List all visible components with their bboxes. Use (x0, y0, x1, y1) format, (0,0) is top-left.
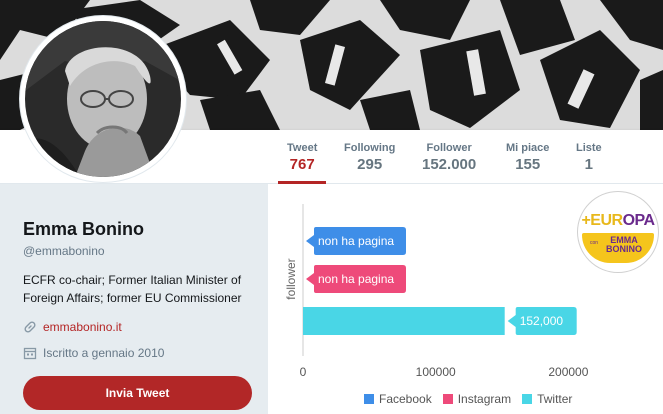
bar-label-facebook: non ha pagina (318, 234, 394, 248)
bar-value-label-twitter: 152,000 (520, 314, 564, 328)
x-tick-label: 0 (300, 365, 307, 379)
legend-swatch (522, 394, 533, 404)
legend-label: Instagram (457, 392, 512, 406)
legend-item-twitter[interactable]: Twitter (522, 392, 572, 406)
bar-label-instagram: non ha pagina (318, 272, 394, 286)
joined-text: Iscritto a gennaio 2010 (43, 346, 165, 360)
bio-line: ECFR co-chair; Former Italian Minister o… (23, 273, 242, 287)
legend-label: Facebook (379, 392, 432, 406)
bar-twitter (303, 307, 505, 335)
legend-swatch (364, 394, 374, 404)
stat-label: Follower (426, 142, 472, 154)
twitter-profile-page: Tweet 767 Following 295 Follower 152.000… (0, 0, 663, 414)
stat-value: 1 (584, 156, 594, 173)
stat-follower[interactable]: Follower 152.000 (422, 142, 476, 173)
legend-item-instagram[interactable]: Instagram (442, 392, 512, 406)
logo-wordmark: +EUROPA (580, 212, 656, 230)
stat-label: Liste (576, 142, 602, 154)
europa-logo: +EUROPA con EMMA BONINO (578, 192, 658, 272)
x-tick-label: 200000 (548, 365, 588, 379)
y-axis-label: follower (284, 258, 298, 299)
logo-name: EMMA BONINO (596, 236, 652, 254)
profile-bio: ECFR co-chair; Former Italian Minister o… (23, 271, 263, 307)
stat-following[interactable]: Following 295 (344, 142, 395, 173)
logo-word-part: +EUR (581, 212, 623, 229)
legend-swatch (442, 394, 453, 404)
legend-item-facebook[interactable]: Facebook (364, 392, 432, 406)
stat-tweet[interactable]: Tweet 767 (278, 142, 327, 184)
logo-line: BONINO (606, 244, 642, 254)
stat-label: Following (344, 142, 396, 154)
stat-value: 295 (357, 156, 383, 173)
avatar[interactable] (20, 16, 186, 182)
stat-value: 767 (289, 156, 315, 173)
bio-line: Foreign Affairs; former EU Commissioner (23, 291, 242, 305)
website-link[interactable]: emmabonino.it (43, 320, 122, 334)
stat-label: Mi piace (506, 142, 550, 154)
stat-value: 152.000 (422, 156, 477, 173)
profile-website[interactable]: emmabonino.it (23, 320, 122, 334)
stat-value: 155 (515, 156, 541, 173)
avatar-photo (25, 21, 181, 177)
profile-joined: Iscritto a gennaio 2010 (23, 346, 164, 360)
profile-name[interactable]: Emma Bonino (23, 219, 144, 240)
link-icon (24, 321, 36, 333)
legend-label: Twitter (537, 392, 573, 406)
chart-legend: Facebook Instagram Twitter (364, 392, 583, 406)
x-tick-label: 100000 (416, 365, 456, 379)
stat-likes[interactable]: Mi piace 155 (506, 142, 549, 173)
stat-lists[interactable]: Liste 1 (576, 142, 602, 173)
calendar-icon (23, 347, 37, 360)
profile-handle[interactable]: @emmabonino (23, 244, 105, 258)
stat-label: Tweet (287, 142, 318, 154)
logo-word-part: OPA (622, 212, 655, 229)
tweet-button[interactable]: Invia Tweet (23, 376, 252, 410)
